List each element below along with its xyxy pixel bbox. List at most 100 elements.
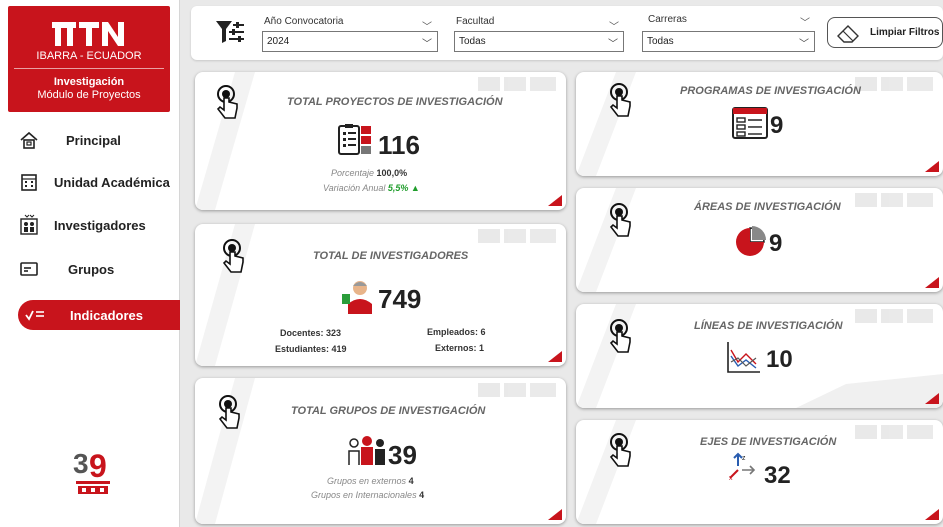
- people-icon: [18, 214, 40, 236]
- externos-label: Externos:: [435, 343, 477, 353]
- estudiantes-label: Estudiantes:: [275, 344, 330, 354]
- svg-text:3: 3: [73, 448, 89, 479]
- grupos-internacionales-value: 4: [419, 490, 425, 500]
- grupos-externos-row: Grupos en externos 4: [327, 476, 414, 486]
- slicer-carreras-label: Carreras: [648, 14, 687, 25]
- grupos-externos-label: Grupos en externos: [327, 476, 407, 486]
- hand-pointer-icon: [609, 83, 631, 117]
- nav-item-indicadores[interactable]: Indicadores: [18, 300, 180, 330]
- card-title: TOTAL GRUPOS DE INVESTIGACIÓN: [291, 405, 486, 417]
- nav-label-investigadores: Investigadores: [54, 217, 146, 233]
- indicators-icon: [24, 304, 46, 326]
- card-title: TOTAL DE INVESTIGADORES: [313, 250, 469, 262]
- anniversary-logo: 3 9: [73, 448, 110, 494]
- dropdown-arrow-icon: ﹀: [608, 39, 618, 50]
- hand-pointer-icon: [609, 319, 631, 353]
- nav-item-principal[interactable]: Principal: [8, 124, 180, 156]
- porcentaje-label: Porcentaje: [331, 168, 375, 178]
- logo-divider: [14, 68, 164, 69]
- externos-value: 1: [479, 343, 485, 353]
- home-icon: [18, 129, 40, 151]
- grupos-internacionales-label: Grupos en Internacionales: [311, 490, 417, 500]
- line-chart-icon: [727, 342, 760, 373]
- carreras-value: Todas: [647, 36, 674, 47]
- utn-watermark-icon: [855, 425, 933, 439]
- module-title: Investigación: [53, 76, 125, 88]
- card-title: EJES DE INVESTIGACIÓN: [700, 436, 837, 448]
- empleados-row: Empleados: 6: [427, 327, 486, 337]
- corner-marker: [548, 509, 562, 520]
- card-total-grupos[interactable]: TOTAL GRUPOS DE INVESTIGACIÓN 39 Grupos …: [195, 378, 566, 524]
- filter-icon: [216, 21, 244, 43]
- kpi-value: 39: [388, 440, 417, 470]
- variacion-value: 5,5%: [387, 183, 409, 193]
- nav-item-grupos[interactable]: Grupos: [8, 253, 180, 285]
- anio-dropdown[interactable]: 2024 ﹀: [262, 31, 438, 52]
- card-title: LÍNEAS DE INVESTIGACIÓN: [694, 320, 843, 332]
- utn-watermark-icon: [478, 383, 556, 397]
- hand-pointer-icon: [609, 433, 631, 467]
- card-total-proyectos[interactable]: TOTAL PROYECTOS DE INVESTIGACIÓN 116 Por…: [195, 72, 566, 210]
- hand-pointer-icon: [216, 85, 238, 119]
- slicer-anio: Año Convocatoria ﹀ 2024 ﹀: [262, 14, 438, 54]
- utn-watermark-icon: [478, 229, 556, 243]
- anio-value: 2024: [267, 36, 290, 47]
- nav-label-principal: Principal: [66, 132, 121, 148]
- nav-label-grupos: Grupos: [68, 261, 115, 277]
- card-programas[interactable]: PROGRAMAS DE INVESTIGACIÓN 9: [576, 72, 943, 176]
- porcentaje-value: 100,0%: [376, 168, 408, 178]
- kpi-value: 9: [770, 112, 784, 139]
- externos-row: Externos: 1: [435, 343, 484, 353]
- card-ejes[interactable]: EJES DE INVESTIGACIÓN z x 32: [576, 420, 943, 524]
- card-lineas[interactable]: LÍNEAS DE INVESTIGACIÓN 10: [576, 304, 943, 408]
- kpi-value: 9: [769, 230, 783, 257]
- grupos-externos-value: 4: [408, 476, 414, 486]
- corner-marker: [925, 393, 939, 404]
- docentes-value: 323: [326, 328, 342, 338]
- docentes-row: Docentes: 323: [280, 328, 341, 338]
- utn-watermark-icon: [855, 77, 933, 91]
- corner-marker: [925, 277, 939, 288]
- variacion-row: Variación Anual 5,5% ▲: [323, 183, 420, 193]
- slicer-facultad-label: Facultad: [456, 16, 495, 27]
- svg-text:z: z: [742, 455, 746, 462]
- filter-bar: Año Convocatoria ﹀ 2024 ﹀ Facultad ﹀ Tod…: [191, 6, 943, 60]
- kpi-value: 116: [378, 130, 420, 160]
- card-areas[interactable]: ÁREAS DE INVESTIGACIÓN 9: [576, 188, 943, 292]
- logo-location: IBARRA - ECUADOR: [36, 50, 142, 62]
- utn-logo-block: IBARRA - ECUADOR Investigación Módulo de…: [8, 6, 170, 112]
- estudiantes-row: Estudiantes: 419: [275, 344, 347, 354]
- porcentaje-row: Porcentaje 100,0%: [331, 168, 407, 178]
- dropdown-arrow-icon: ﹀: [422, 39, 432, 50]
- facultad-dropdown[interactable]: Todas ﹀: [454, 31, 624, 52]
- card-icon: [18, 258, 40, 280]
- grupos-internacionales-row: Grupos en Internacionales 4: [311, 490, 424, 500]
- facultad-value: Todas: [459, 36, 486, 47]
- chevron-down-icon[interactable]: ﹀: [800, 14, 810, 29]
- kpi-value: 749: [378, 284, 422, 314]
- svg-text:x: x: [729, 475, 733, 482]
- eraser-icon: [837, 24, 859, 43]
- nav-label-indicadores: Indicadores: [70, 307, 143, 323]
- estudiantes-value: 419: [331, 344, 347, 354]
- slicer-carreras: Carreras ﹀ Todas ﹀: [642, 14, 815, 54]
- variacion-label: Variación Anual: [323, 183, 386, 193]
- sidebar: IBARRA - ECUADOR Investigación Módulo de…: [0, 0, 180, 527]
- carreras-dropdown[interactable]: Todas ﹀: [642, 31, 815, 52]
- card-total-investigadores[interactable]: TOTAL DE INVESTIGADORES 749 Docentes: 32…: [195, 224, 566, 366]
- corner-marker: [925, 161, 939, 172]
- nav-item-investigadores[interactable]: Investigadores: [8, 209, 180, 241]
- empleados-value: 6: [480, 327, 486, 337]
- utn-watermark-icon: [855, 309, 933, 323]
- clipboard-checklist-icon: [338, 124, 371, 155]
- kpi-value: 32: [764, 462, 791, 489]
- nav-label-unidad-academica: Unidad Académica: [54, 174, 170, 190]
- clear-filters-button[interactable]: Limpiar Filtros: [827, 17, 943, 48]
- nav-item-unidad-academica[interactable]: Unidad Académica: [8, 166, 180, 198]
- building-icon: [18, 171, 40, 193]
- up-arrow-icon: ▲: [410, 183, 420, 193]
- axes-icon: z x: [729, 452, 756, 482]
- slicer-anio-label: Año Convocatoria: [264, 16, 344, 27]
- card-title: TOTAL PROYECTOS DE INVESTIGACIÓN: [287, 96, 503, 108]
- slicer-facultad: Facultad ﹀ Todas ﹀: [454, 14, 624, 54]
